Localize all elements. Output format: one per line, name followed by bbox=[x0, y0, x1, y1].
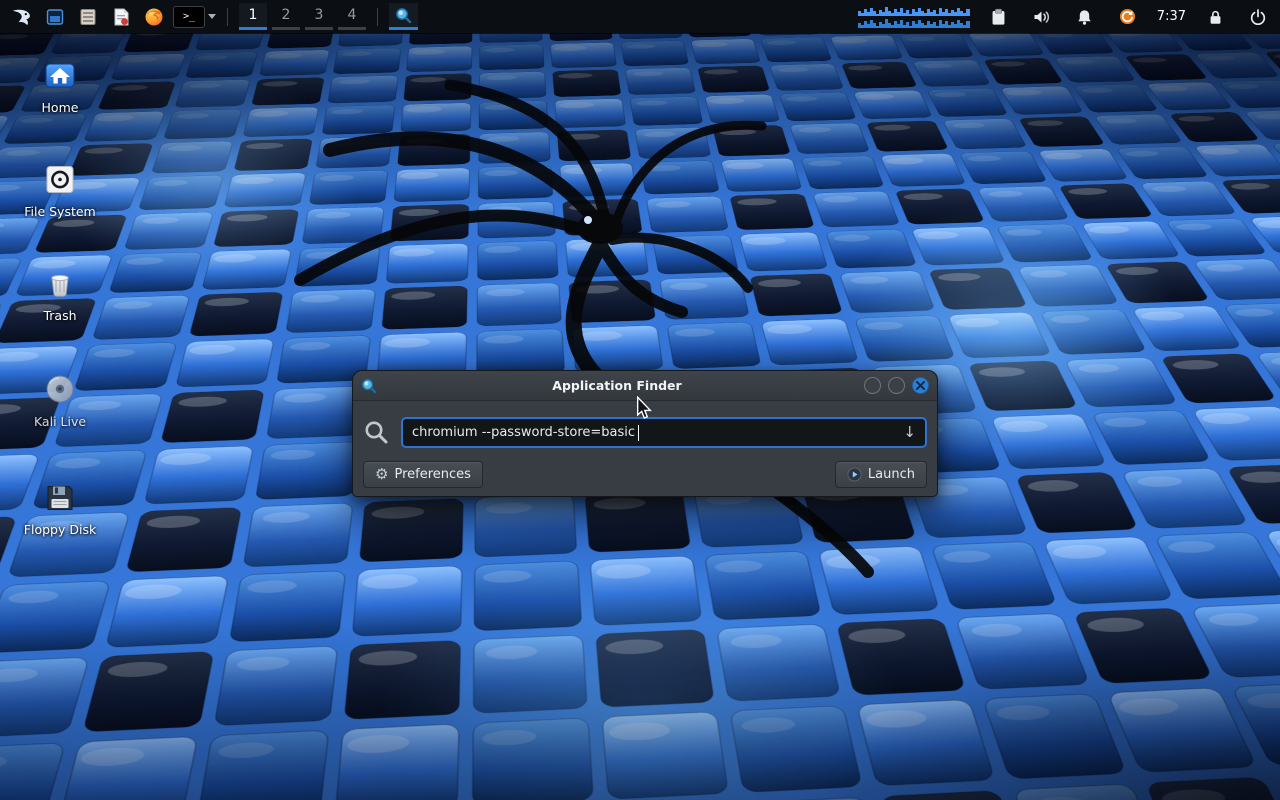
system-monitor-widget[interactable] bbox=[858, 4, 970, 30]
workspace-label: 2 bbox=[282, 7, 291, 23]
desktop-icon-label: Trash bbox=[43, 308, 76, 323]
desktop-icon-floppy-disk[interactable]: Floppy Disk bbox=[12, 480, 108, 537]
gear-icon: ⚙ bbox=[375, 467, 388, 482]
text-editor-launcher[interactable] bbox=[107, 3, 135, 31]
taskbar-application-finder[interactable] bbox=[389, 3, 418, 30]
kali-menu-icon bbox=[11, 5, 34, 28]
workspace-4[interactable]: 4 bbox=[338, 3, 366, 30]
file-system-icon bbox=[43, 162, 77, 196]
workspace-3[interactable]: 3 bbox=[305, 3, 333, 30]
close-icon bbox=[916, 381, 925, 390]
desktop-icon-file-system[interactable]: File System bbox=[12, 162, 108, 219]
file-cabinet-launcher[interactable] bbox=[74, 3, 102, 31]
trash-icon bbox=[43, 266, 77, 300]
floppy-disk-icon bbox=[43, 480, 77, 514]
application-finder-window: Application Finder chromium --password-s… bbox=[352, 370, 938, 497]
history-dropdown-icon[interactable]: ↓ bbox=[903, 425, 916, 440]
workspace-label: 1 bbox=[249, 7, 258, 23]
launch-button[interactable]: Launch bbox=[835, 461, 927, 488]
desktop-icon-label: File System bbox=[24, 204, 96, 219]
applications-menu-button[interactable] bbox=[8, 3, 36, 31]
launch-icon bbox=[847, 467, 862, 482]
desktop-icon-kali-live[interactable]: Kali Live bbox=[12, 372, 108, 429]
maximize-button[interactable] bbox=[888, 377, 905, 394]
desktop-icon-label: Home bbox=[42, 100, 79, 115]
logout-button[interactable] bbox=[1244, 3, 1272, 31]
clipboard-manager-button[interactable] bbox=[985, 3, 1013, 31]
panel-right-cluster: 7:37 bbox=[858, 3, 1272, 31]
firefox-icon bbox=[144, 7, 164, 27]
monitor-graph-icon bbox=[858, 18, 970, 28]
desktop-icon-label: Floppy Disk bbox=[24, 522, 96, 537]
panel-separator bbox=[227, 8, 228, 26]
preferences-button[interactable]: ⚙ Preferences bbox=[363, 461, 483, 488]
desktop-icon-trash[interactable]: Trash bbox=[12, 266, 108, 323]
minimize-button[interactable] bbox=[864, 377, 881, 394]
clock[interactable]: 7:37 bbox=[1157, 9, 1186, 24]
bell-icon bbox=[1076, 8, 1093, 26]
file-manager-launcher[interactable] bbox=[41, 3, 69, 31]
application-finder-icon bbox=[395, 7, 412, 24]
status-indicator-icon bbox=[1119, 8, 1136, 25]
search-icon bbox=[363, 419, 390, 446]
power-icon bbox=[1249, 8, 1267, 26]
file-cabinet-icon bbox=[78, 7, 98, 27]
notifications-button[interactable] bbox=[1071, 3, 1099, 31]
volume-button[interactable] bbox=[1028, 3, 1056, 31]
desktop-icon-home[interactable]: Home bbox=[12, 58, 108, 115]
terminal-selector[interactable]: >_ bbox=[173, 6, 216, 28]
terminal-dropdown-caret-icon[interactable] bbox=[208, 14, 216, 19]
home-icon bbox=[43, 58, 77, 92]
close-button[interactable] bbox=[912, 377, 929, 394]
workspace-1[interactable]: 1 bbox=[239, 3, 267, 30]
file-manager-icon bbox=[45, 7, 65, 27]
disc-icon bbox=[43, 372, 77, 406]
window-title: Application Finder bbox=[377, 378, 857, 393]
lock-icon bbox=[1207, 8, 1224, 26]
workspace-label: 4 bbox=[348, 7, 357, 23]
volume-icon bbox=[1032, 8, 1051, 26]
terminal-prompt-glyph: >_ bbox=[183, 11, 195, 22]
clipboard-icon bbox=[990, 7, 1007, 27]
command-input[interactable]: chromium --password-store=basic ↓ bbox=[401, 417, 927, 448]
application-finder-icon bbox=[361, 378, 377, 394]
terminal-icon: >_ bbox=[173, 6, 205, 28]
firefox-launcher[interactable] bbox=[140, 3, 168, 31]
top-panel: >_ 1 2 3 4 bbox=[0, 0, 1280, 33]
workspace-label: 3 bbox=[315, 7, 324, 23]
workspace-2[interactable]: 2 bbox=[272, 3, 300, 30]
monitor-graph-icon bbox=[858, 6, 970, 16]
text-editor-icon bbox=[111, 7, 131, 27]
dialog-body: chromium --password-store=basic ↓ ⚙ Pref… bbox=[353, 401, 937, 497]
panel-separator bbox=[377, 8, 378, 26]
command-text: chromium --password-store=basic bbox=[412, 425, 635, 440]
desktop-icon-label: Kali Live bbox=[34, 414, 86, 429]
lock-screen-button[interactable] bbox=[1201, 3, 1229, 31]
text-cursor bbox=[638, 425, 639, 441]
titlebar[interactable]: Application Finder bbox=[353, 371, 937, 401]
status-indicator-button[interactable] bbox=[1114, 3, 1142, 31]
